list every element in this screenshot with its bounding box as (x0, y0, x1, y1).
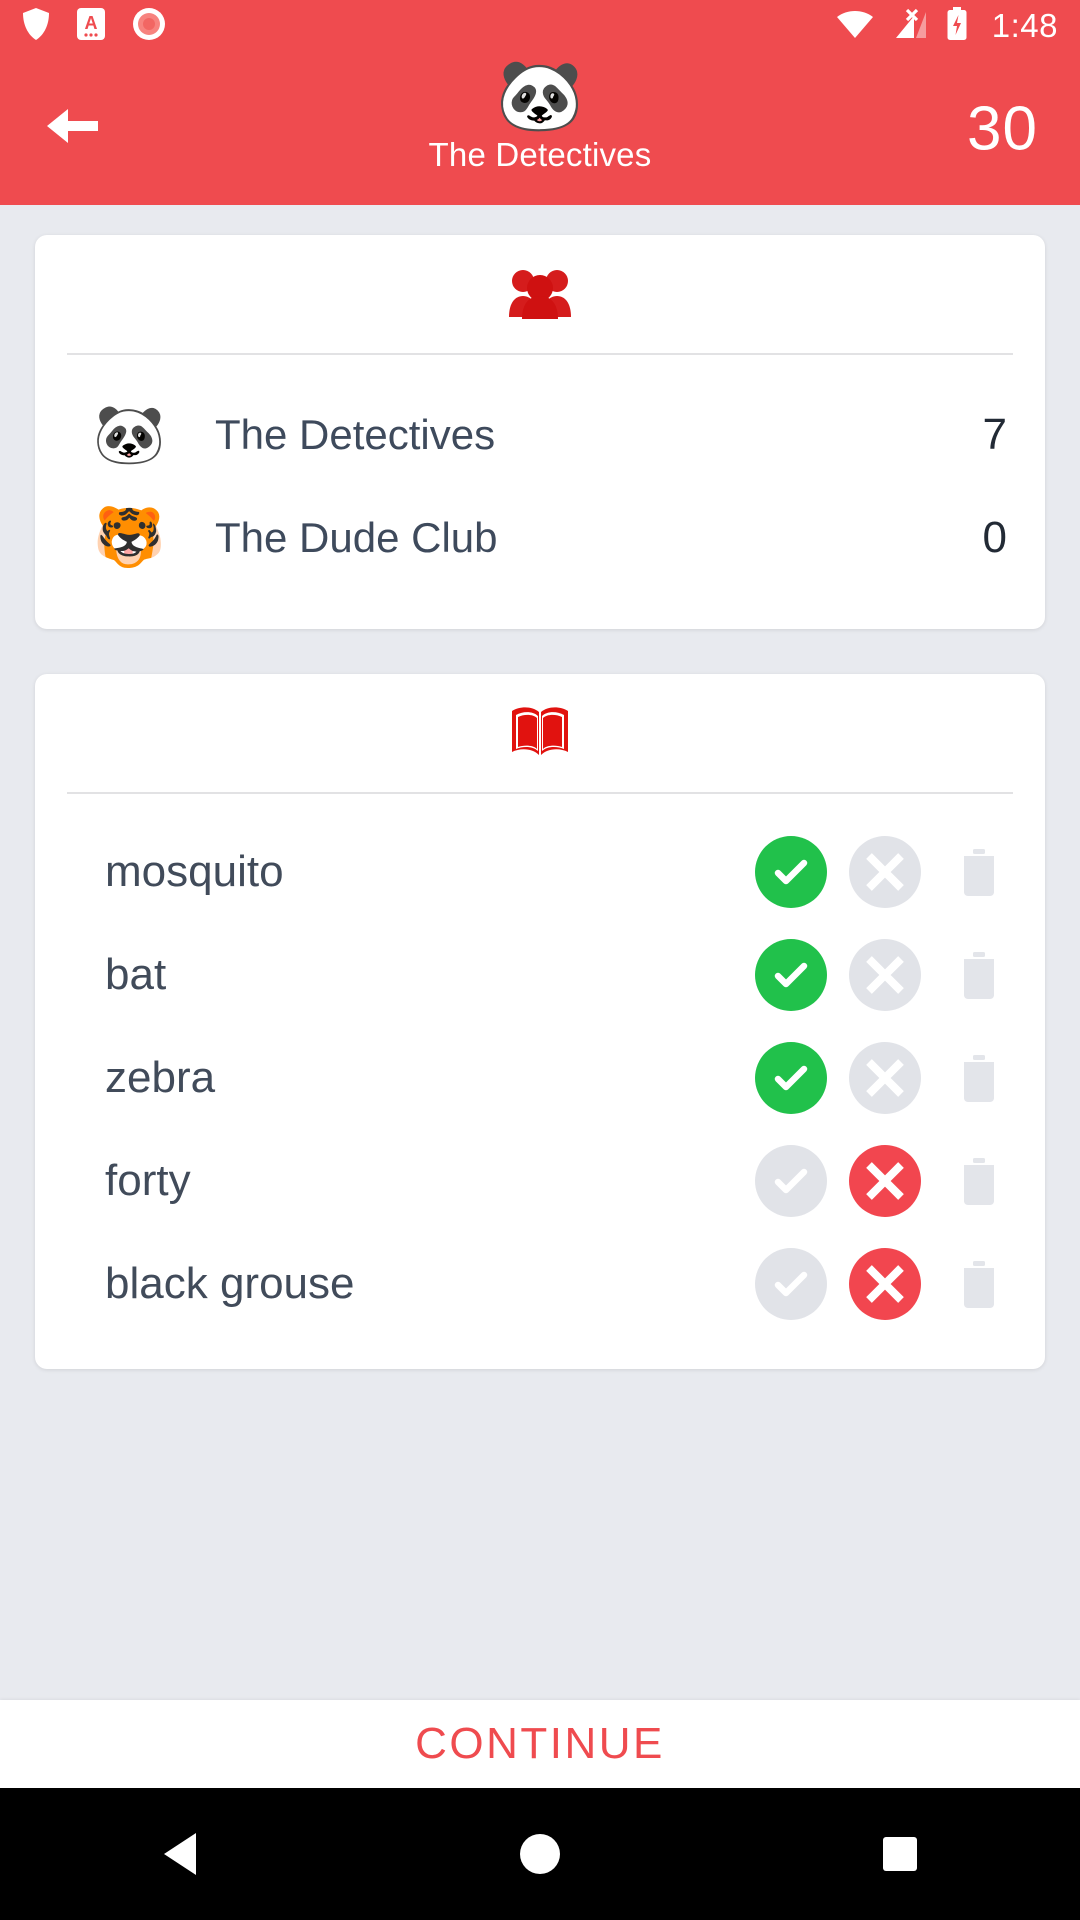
delete-word-button[interactable] (943, 939, 1015, 1011)
team-name: The Dude Club (215, 513, 498, 561)
word-label: black grouse (105, 1258, 355, 1308)
mark-wrong-button[interactable] (849, 835, 921, 908)
word-actions (755, 1041, 1015, 1114)
word-label: zebra (105, 1052, 216, 1102)
word-actions (755, 1247, 1015, 1320)
list-item[interactable]: bat (35, 923, 1045, 1026)
delete-word-button[interactable] (943, 836, 1015, 908)
app-screen: A 1:48 🐼 The Detectives 30 🐼 The Detecti… (0, 0, 1080, 1920)
nav-back-button[interactable] (110, 1788, 250, 1920)
mark-wrong-button[interactable] (849, 1041, 921, 1114)
list-item[interactable]: black grouse (35, 1232, 1045, 1335)
mark-correct-button[interactable] (755, 1144, 827, 1217)
status-bar: A 1:48 (0, 0, 1080, 52)
scoreboard-list: 🐼 The Detectives 7 🐯 The Dude Club 0 (35, 355, 1045, 629)
word-actions (755, 1144, 1015, 1217)
status-bar-right-icons: 1:48 (836, 6, 1058, 46)
mark-correct-button[interactable] (755, 835, 827, 908)
nav-home-icon (520, 1834, 560, 1874)
continue-button-label: CONTINUE (415, 1719, 665, 1768)
list-item[interactable]: mosquito (35, 820, 1045, 923)
delete-word-button[interactable] (943, 1145, 1015, 1217)
word-review-card: mosquito bat zebra forty black grouse (35, 674, 1045, 1369)
word-card-header (35, 674, 1045, 792)
word-actions (755, 938, 1015, 1011)
nav-home-button[interactable] (470, 1788, 610, 1920)
team-score: 0 (982, 512, 1007, 562)
svg-text:A: A (85, 13, 98, 33)
cellular-no-sim-icon (892, 8, 928, 45)
round-timer: 30 (967, 94, 1038, 163)
continue-button[interactable]: CONTINUE (0, 1700, 1080, 1788)
status-bar-left-icons: A (22, 7, 166, 46)
wifi-icon (836, 9, 874, 44)
table-row[interactable]: 🐯 The Dude Club 0 (35, 486, 1045, 589)
status-bar-clock: 1:48 (991, 7, 1058, 44)
table-row[interactable]: 🐼 The Detectives 7 (35, 383, 1045, 486)
team-avatar: 🐼 (93, 401, 166, 467)
mark-wrong-button[interactable] (849, 938, 921, 1011)
word-label: mosquito (105, 846, 284, 896)
word-label: bat (105, 949, 167, 999)
people-group-icon (507, 265, 573, 324)
word-list: mosquito bat zebra forty black grouse (35, 794, 1045, 1369)
mark-wrong-button[interactable] (849, 1247, 921, 1320)
list-item[interactable]: zebra (35, 1026, 1045, 1129)
team-avatar: 🐯 (93, 504, 166, 570)
nav-back-icon (164, 1833, 196, 1875)
word-label: forty (105, 1155, 191, 1205)
nav-recents-icon (883, 1837, 917, 1871)
team-score: 7 (982, 409, 1007, 459)
scoreboard-card: 🐼 The Detectives 7 🐯 The Dude Club 0 (35, 235, 1045, 629)
app-bar: 🐼 The Detectives 30 (0, 52, 1080, 205)
android-nav-bar (0, 1788, 1080, 1920)
mark-correct-button[interactable] (755, 1247, 827, 1320)
battery-charging-icon (946, 6, 968, 46)
mark-correct-button[interactable] (755, 938, 827, 1011)
scoreboard-card-header (35, 235, 1045, 353)
current-team-avatar: 🐼 (496, 56, 584, 134)
delete-word-button[interactable] (943, 1248, 1015, 1320)
mark-correct-button[interactable] (755, 1041, 827, 1114)
word-actions (755, 835, 1015, 908)
list-item[interactable]: forty (35, 1129, 1045, 1232)
nav-recents-button[interactable] (830, 1788, 970, 1920)
shield-icon (22, 7, 50, 46)
open-book-icon (508, 703, 572, 764)
page-title: The Detectives (428, 136, 652, 173)
content-scroll[interactable]: 🐼 The Detectives 7 🐯 The Dude Club 0 mos… (0, 205, 1080, 1700)
delete-word-button[interactable] (943, 1042, 1015, 1114)
card-a-icon: A (76, 7, 106, 46)
mark-wrong-button[interactable] (849, 1144, 921, 1217)
record-dot-icon (132, 7, 166, 46)
team-name: The Detectives (215, 410, 496, 458)
app-bar-center: 🐼 The Detectives (0, 52, 1080, 174)
